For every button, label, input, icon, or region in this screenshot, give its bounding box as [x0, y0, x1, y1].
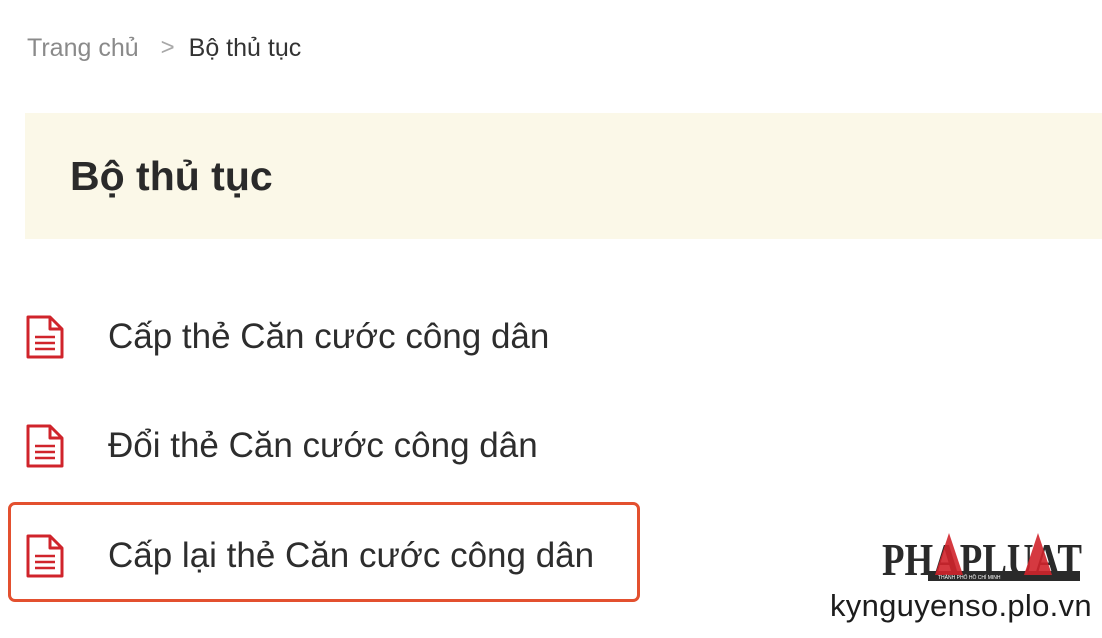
page-title: Bộ thủ tục	[70, 152, 273, 199]
breadcrumb: Trang chủ > Bộ thủ tục	[27, 30, 301, 66]
phapluat-logo: PHAPLUAT THÀNH PHỐ HỒ CHÍ MINH	[882, 533, 1082, 585]
breadcrumb-current: Bộ thủ tục	[188, 33, 302, 62]
procedure-item-cap-lai-the[interactable]: Cấp lại thẻ Căn cước công dân	[25, 526, 594, 586]
document-icon	[26, 424, 64, 468]
breadcrumb-separator: >	[160, 34, 175, 61]
document-icon	[26, 315, 64, 359]
procedure-label: Cấp thẻ Căn cước công dân	[108, 317, 550, 356]
procedure-item-doi-the[interactable]: Đổi thẻ Căn cước công dân	[25, 416, 538, 476]
document-icon	[26, 534, 64, 578]
procedure-item-cap-the[interactable]: Cấp thẻ Căn cước công dân	[25, 307, 549, 367]
breadcrumb-home-link[interactable]: Trang chủ	[27, 34, 139, 63]
procedure-label: Cấp lại thẻ Căn cước công dân	[108, 536, 595, 575]
logo-subtitle: THÀNH PHỐ HỒ CHÍ MINH	[938, 574, 1001, 581]
site-url-watermark: kynguyenso.plo.vn	[830, 588, 1092, 623]
procedure-label: Đổi thẻ Căn cước công dân	[108, 426, 538, 465]
page-title-banner: Bộ thủ tục	[25, 113, 1102, 239]
